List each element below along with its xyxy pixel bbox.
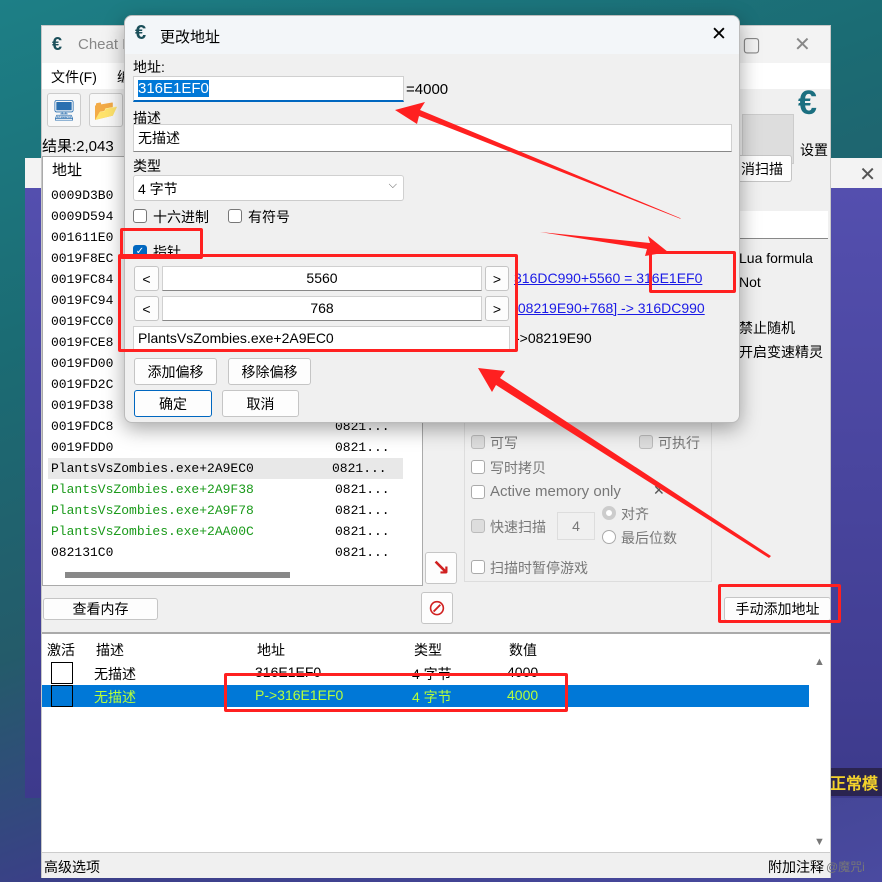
- annotation-arrows: [395, 102, 771, 558]
- annotation-arrow: [395, 102, 681, 219]
- annotation-arrow: [478, 368, 771, 558]
- annotation-arrow: [540, 232, 668, 256]
